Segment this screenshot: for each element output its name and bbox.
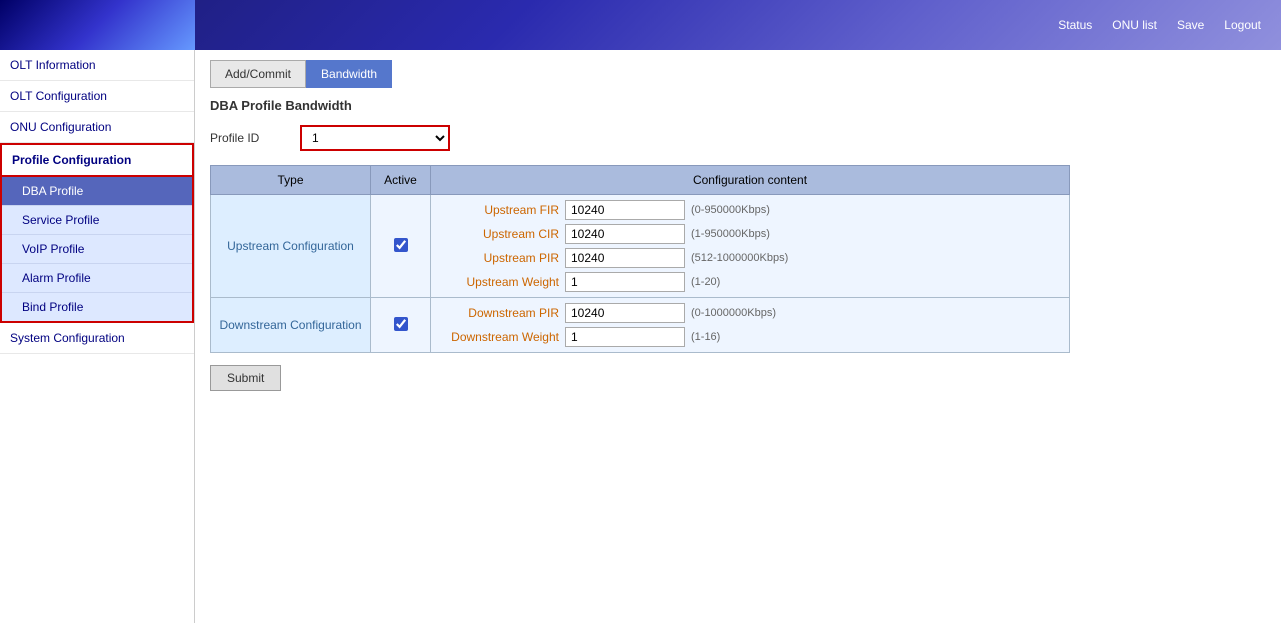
sidebar-item-voip-profile[interactable]: VoIP Profile xyxy=(2,235,192,264)
upstream-active-cell xyxy=(371,195,431,298)
sidebar-item-alarm-profile[interactable]: Alarm Profile xyxy=(2,264,192,293)
tab-add-commit[interactable]: Add/Commit xyxy=(210,60,306,88)
upstream-cir-hint: (1-950000Kbps) xyxy=(691,228,770,240)
profile-id-label: Profile ID xyxy=(210,131,280,145)
page-title: DBA Profile Bandwidth xyxy=(210,98,1266,113)
downstream-weight-row: Downstream Weight (1-16) xyxy=(439,327,1061,347)
col-active: Active xyxy=(371,166,431,195)
upstream-weight-hint: (1-20) xyxy=(691,276,720,288)
col-config: Configuration content xyxy=(431,166,1070,195)
downstream-active-checkbox[interactable] xyxy=(394,317,408,331)
sidebar-item-bind-profile[interactable]: Bind Profile xyxy=(2,293,192,323)
downstream-weight-label: Downstream Weight xyxy=(439,330,559,344)
profile-id-select[interactable]: 1 2 3 4 5 xyxy=(300,125,450,151)
sidebar-item-onu-configuration[interactable]: ONU Configuration xyxy=(0,112,194,143)
config-table: Type Active Configuration content Upstre… xyxy=(210,165,1070,353)
downstream-row: Downstream Configuration Downstream PIR … xyxy=(211,298,1070,353)
downstream-pir-hint: (0-1000000Kbps) xyxy=(691,307,776,319)
upstream-type-label: Upstream Configuration xyxy=(211,195,371,298)
sidebar-item-olt-information[interactable]: OLT Information xyxy=(0,50,194,81)
sidebar-item-service-profile[interactable]: Service Profile xyxy=(2,206,192,235)
sidebar: OLT Information OLT Configuration ONU Co… xyxy=(0,50,195,623)
upstream-fir-row: Upstream FIR (0-950000Kbps) xyxy=(439,200,1061,220)
upstream-fir-input[interactable] xyxy=(565,200,685,220)
save-link[interactable]: Save xyxy=(1177,18,1204,32)
downstream-weight-input[interactable] xyxy=(565,327,685,347)
header-nav: Status ONU list Save Logout xyxy=(1058,18,1261,32)
sidebar-item-system-configuration[interactable]: System Configuration xyxy=(0,323,194,354)
downstream-pir-label: Downstream PIR xyxy=(439,306,559,320)
downstream-config-content: Downstream PIR (0-1000000Kbps) Downstrea… xyxy=(431,298,1070,353)
upstream-weight-label: Upstream Weight xyxy=(439,275,559,289)
logout-link[interactable]: Logout xyxy=(1224,18,1261,32)
onu-list-link[interactable]: ONU list xyxy=(1112,18,1157,32)
upstream-pir-hint: (512-1000000Kbps) xyxy=(691,252,788,264)
upstream-fir-hint: (0-950000Kbps) xyxy=(691,204,770,216)
upstream-row: Upstream Configuration Upstream FIR (0-9… xyxy=(211,195,1070,298)
upstream-config-content: Upstream FIR (0-950000Kbps) Upstream CIR… xyxy=(431,195,1070,298)
header-logo xyxy=(0,0,195,50)
upstream-fir-label: Upstream FIR xyxy=(439,203,559,217)
upstream-weight-input[interactable] xyxy=(565,272,685,292)
upstream-cir-label: Upstream CIR xyxy=(439,227,559,241)
upstream-cir-input[interactable] xyxy=(565,224,685,244)
status-link[interactable]: Status xyxy=(1058,18,1092,32)
downstream-active-cell xyxy=(371,298,431,353)
downstream-pir-input[interactable] xyxy=(565,303,685,323)
sidebar-sub-group: DBA Profile Service Profile VoIP Profile… xyxy=(0,177,194,323)
header: Status ONU list Save Logout xyxy=(0,0,1281,50)
layout: OLT Information OLT Configuration ONU Co… xyxy=(0,50,1281,623)
upstream-pir-row: Upstream PIR (512-1000000Kbps) xyxy=(439,248,1061,268)
sidebar-item-profile-configuration[interactable]: Profile Configuration xyxy=(0,143,194,177)
upstream-pir-input[interactable] xyxy=(565,248,685,268)
profile-id-row: Profile ID 1 2 3 4 5 xyxy=(210,125,1266,151)
tab-bandwidth[interactable]: Bandwidth xyxy=(306,60,392,88)
main-content: Add/Commit Bandwidth DBA Profile Bandwid… xyxy=(195,50,1281,623)
col-type: Type xyxy=(211,166,371,195)
upstream-cir-row: Upstream CIR (1-950000Kbps) xyxy=(439,224,1061,244)
tabs: Add/Commit Bandwidth xyxy=(210,60,1266,88)
downstream-pir-row: Downstream PIR (0-1000000Kbps) xyxy=(439,303,1061,323)
sidebar-item-olt-configuration[interactable]: OLT Configuration xyxy=(0,81,194,112)
upstream-pir-label: Upstream PIR xyxy=(439,251,559,265)
downstream-type-label: Downstream Configuration xyxy=(211,298,371,353)
upstream-weight-row: Upstream Weight (1-20) xyxy=(439,272,1061,292)
submit-button[interactable]: Submit xyxy=(210,365,281,391)
downstream-weight-hint: (1-16) xyxy=(691,331,720,343)
sidebar-item-dba-profile[interactable]: DBA Profile xyxy=(2,177,192,206)
upstream-active-checkbox[interactable] xyxy=(394,238,408,252)
